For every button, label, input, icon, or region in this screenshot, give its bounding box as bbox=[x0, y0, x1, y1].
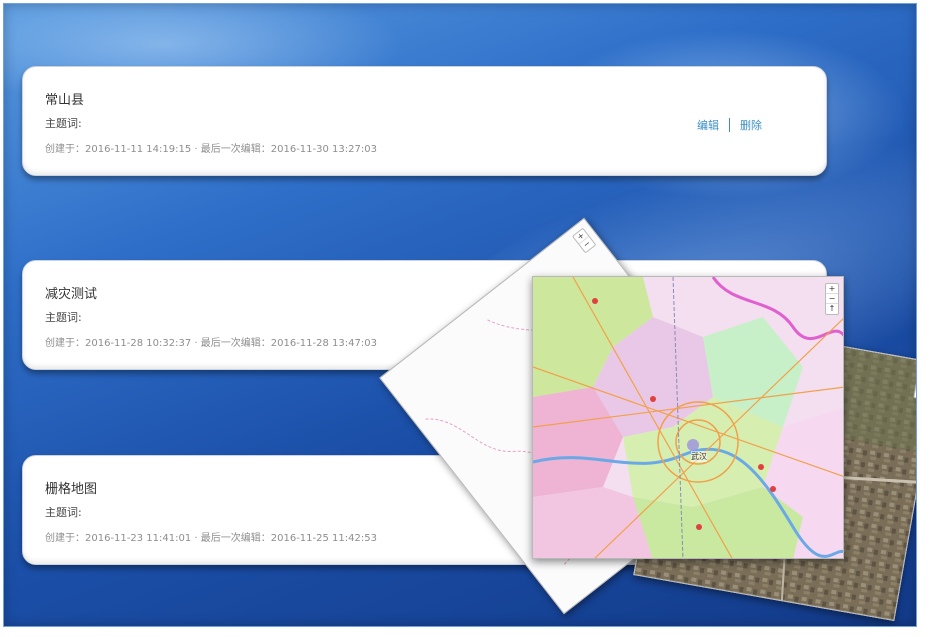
zoom-control: + − ↑ bbox=[825, 283, 839, 315]
project-card[interactable]: 常山县 主题词: 创建于：2016-11-11 14:19:15 · 最后一次编… bbox=[22, 66, 827, 176]
reset-north-button[interactable]: ↑ bbox=[914, 387, 916, 399]
action-divider bbox=[729, 118, 730, 132]
city-label: 武汉 bbox=[691, 451, 707, 462]
vector-map-graphic bbox=[533, 277, 843, 558]
project-actions: 编辑 删除 bbox=[697, 117, 762, 133]
zoom-out-button[interactable]: − bbox=[916, 377, 917, 389]
project-title[interactable]: 常山县 bbox=[45, 91, 826, 111]
desktop-background: 常山县 主题词: 创建于：2016-11-11 14:19:15 · 最后一次编… bbox=[3, 3, 917, 627]
project-timestamps: 创建于：2016-11-11 14:19:15 · 最后一次编辑：2016-11… bbox=[45, 144, 377, 155]
delete-button[interactable]: 删除 bbox=[740, 117, 762, 133]
map-thumbnail-vector[interactable]: 武汉 + − ↑ bbox=[532, 276, 844, 559]
reset-north-button[interactable]: ↑ bbox=[826, 304, 838, 314]
edit-button[interactable]: 编辑 bbox=[697, 117, 719, 133]
zoom-out-button[interactable]: − bbox=[826, 294, 838, 304]
zoom-in-button[interactable]: + bbox=[826, 284, 838, 294]
